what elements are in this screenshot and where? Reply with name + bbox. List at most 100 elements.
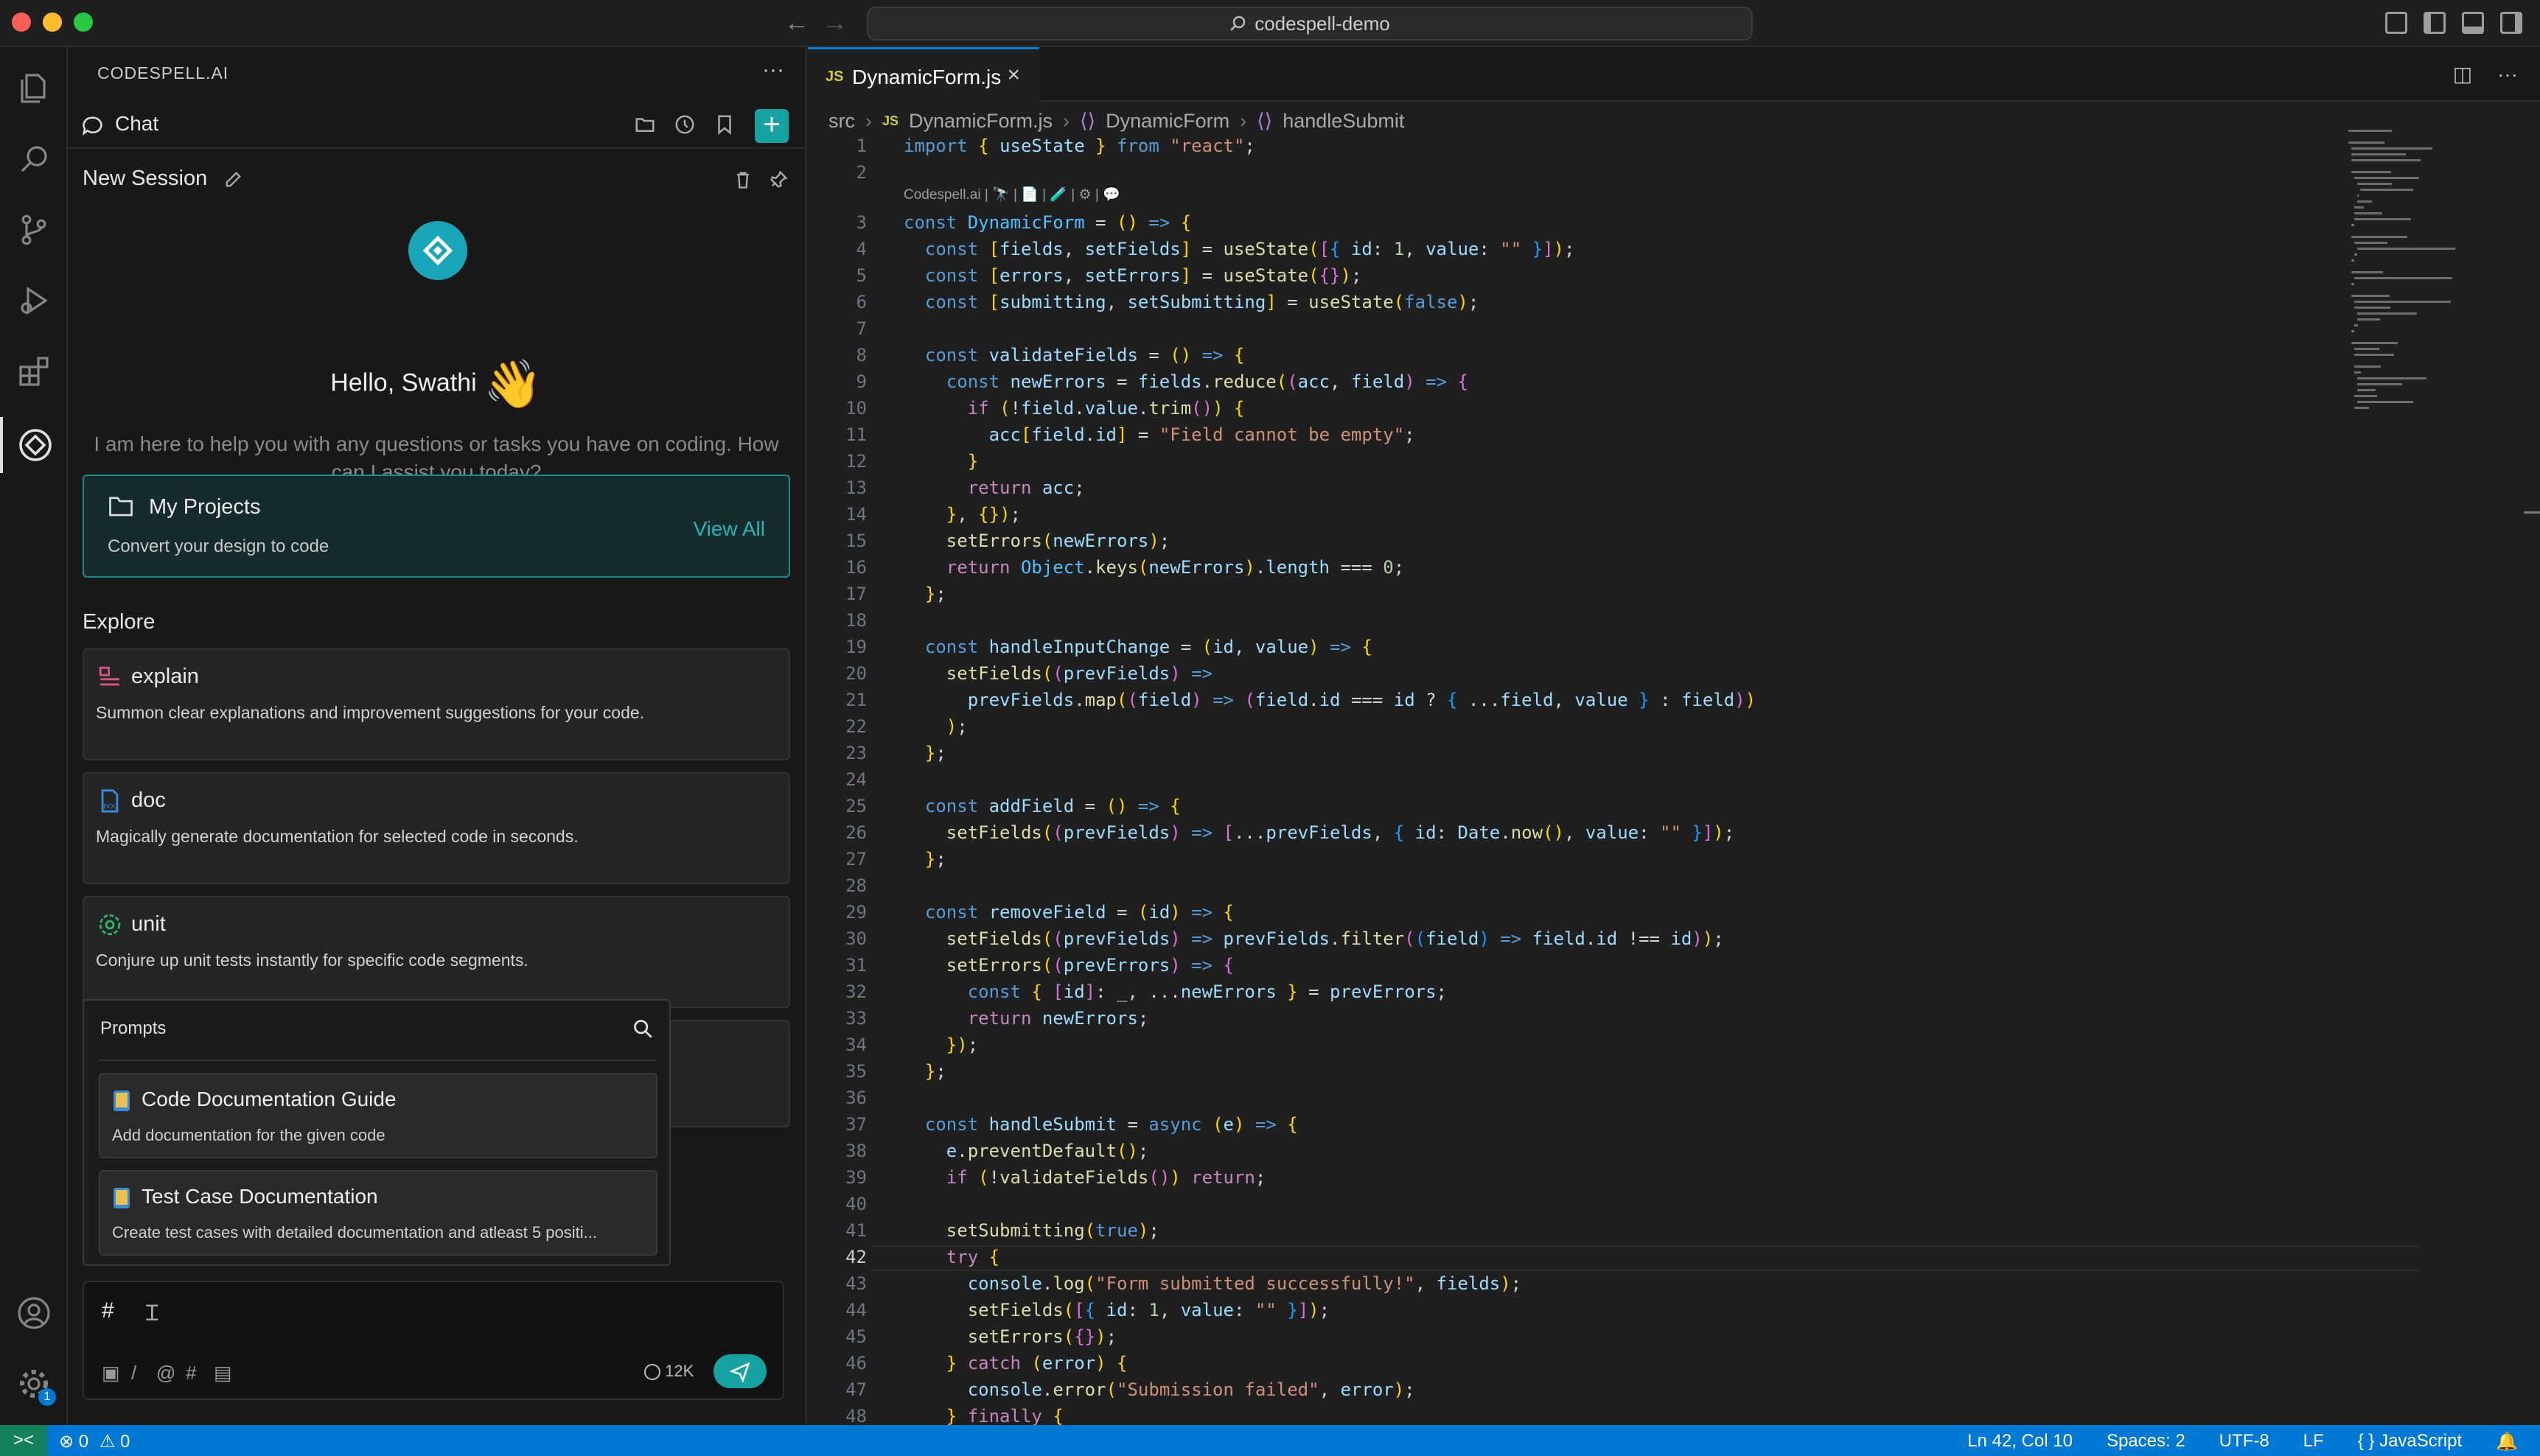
chat-input[interactable]: # xyxy=(102,1298,114,1323)
view-all-link[interactable]: View All xyxy=(693,517,765,541)
code-line[interactable]: }; xyxy=(904,849,946,869)
code-line[interactable]: }); xyxy=(904,1035,978,1055)
mention-icon[interactable]: @ xyxy=(156,1362,175,1385)
code-line[interactable]: const DynamicForm = () => { xyxy=(904,212,1191,233)
file-attach-icon[interactable]: ▤ xyxy=(214,1362,232,1385)
search-icon[interactable] xyxy=(632,1018,653,1039)
code-line[interactable]: return acc; xyxy=(904,477,1085,498)
end-of-line[interactable]: LF xyxy=(2303,1431,2324,1452)
codespell-codelens[interactable]: Codespell.ai | 🔭 | 📄 | 🧪 | ⚙ | 💬 xyxy=(904,186,1120,203)
breadcrumb-item[interactable]: handleSubmit xyxy=(1283,110,1404,133)
code-line[interactable]: setFields([{ id: 1, value: "" }]); xyxy=(904,1300,1330,1320)
breadcrumb-item[interactable]: src xyxy=(828,110,855,133)
code-line[interactable]: try { xyxy=(904,1247,999,1267)
code-line[interactable]: const [fields, setFields] = useState([{ … xyxy=(904,239,1575,259)
code-line[interactable]: ); xyxy=(904,716,968,737)
code-line[interactable]: console.error("Submission failed", error… xyxy=(904,1379,1415,1400)
folder-icon[interactable] xyxy=(632,112,657,137)
back-arrow-icon[interactable]: ← xyxy=(784,9,809,38)
maximize-window-button[interactable] xyxy=(74,13,93,32)
cursor-position[interactable]: Ln 42, Col 10 xyxy=(1967,1431,2073,1452)
code-line[interactable]: import { useState } from "react"; xyxy=(904,136,1255,156)
new-chat-button[interactable]: + xyxy=(755,109,789,143)
extensions-icon[interactable] xyxy=(13,351,55,392)
account-icon[interactable] xyxy=(13,1292,55,1334)
code-line[interactable]: console.log("Form submitted successfully… xyxy=(904,1273,1521,1294)
code-line[interactable]: }; xyxy=(904,1061,946,1082)
forward-arrow-icon[interactable]: → xyxy=(823,9,848,38)
more-actions-icon[interactable]: ··· xyxy=(2497,63,2518,85)
pin-icon[interactable] xyxy=(768,169,789,190)
history-icon[interactable] xyxy=(672,112,697,137)
more-actions-icon[interactable]: ··· xyxy=(762,57,784,83)
code-line[interactable]: setErrors((prevErrors) => { xyxy=(904,955,1234,976)
remote-indicator-icon[interactable]: >< xyxy=(0,1425,47,1456)
toggle-secondary-sidebar-icon[interactable] xyxy=(2500,12,2522,34)
minimap[interactable] xyxy=(2348,130,2474,447)
doc-card[interactable]: DOC doc Magically generate documentation… xyxy=(83,772,790,884)
code-line[interactable]: }, {}); xyxy=(904,504,1021,525)
minimize-window-button[interactable] xyxy=(43,13,62,32)
code-line[interactable]: const [submitting, setSubmitting] = useS… xyxy=(904,292,1479,312)
code-line[interactable]: }; xyxy=(904,743,946,763)
scrollbar-marker[interactable] xyxy=(2524,511,2540,514)
language-mode[interactable]: { } JavaScript xyxy=(2358,1431,2462,1452)
code-line[interactable]: e.preventDefault(); xyxy=(904,1141,1149,1161)
code-line[interactable]: const handleInputChange = (id, value) =>… xyxy=(904,637,1372,657)
toggle-primary-sidebar-icon[interactable] xyxy=(2424,12,2446,34)
code-line[interactable]: } xyxy=(904,451,978,472)
code-line[interactable]: const validateFields = () => { xyxy=(904,345,1245,365)
code-editor[interactable]: 1 import { useState } from "react"; 2 Codes… xyxy=(808,136,2419,1427)
code-line[interactable]: const { [id]: _, ...newErrors } = prevEr… xyxy=(904,981,1447,1002)
code-line[interactable]: return newErrors; xyxy=(904,1008,1149,1029)
code-line[interactable]: const removeField = (id) => { xyxy=(904,902,1234,923)
delete-icon[interactable] xyxy=(733,169,753,190)
split-editor-icon[interactable]: ◫ xyxy=(2453,63,2472,85)
explorer-icon[interactable] xyxy=(13,68,55,109)
code-line[interactable]: setSubmitting(true); xyxy=(904,1220,1159,1241)
code-line[interactable]: setErrors({}); xyxy=(904,1326,1117,1347)
prompt-item[interactable]: Test Case Documentation Create test case… xyxy=(99,1170,657,1256)
breadcrumb-item[interactable]: DynamicForm xyxy=(1106,110,1229,133)
toggle-panel-icon[interactable] xyxy=(2462,12,2484,34)
codespell-icon[interactable] xyxy=(0,417,68,473)
code-line[interactable]: if (!validateFields()) return; xyxy=(904,1167,1266,1188)
code-line[interactable]: setFields((prevFields) => [...prevFields… xyxy=(904,822,1734,843)
unit-card[interactable]: unit Conjure up unit tests instantly for… xyxy=(83,896,790,1008)
code-line[interactable]: } catch (error) { xyxy=(904,1353,1128,1373)
code-line[interactable]: prevFields.map((field) => (field.id === … xyxy=(904,690,1756,710)
image-attach-icon[interactable]: ▣ xyxy=(102,1362,120,1385)
source-control-icon[interactable] xyxy=(13,209,55,251)
breadcrumb-item[interactable]: DynamicForm.js xyxy=(909,110,1053,133)
code-line[interactable]: return Object.keys(newErrors).length ===… xyxy=(904,557,1404,578)
edit-icon[interactable] xyxy=(223,169,244,189)
notifications-bell-icon[interactable]: 🔔 xyxy=(2496,1431,2518,1452)
code-line[interactable]: }; xyxy=(904,584,946,604)
indentation[interactable]: Spaces: 2 xyxy=(2107,1431,2185,1452)
code-line[interactable]: setFields((prevFields) => prevFields.fil… xyxy=(904,928,1724,949)
code-line[interactable]: setErrors(newErrors); xyxy=(904,531,1170,551)
tab-dynamicform[interactable]: JS DynamicForm.js × xyxy=(808,47,1039,102)
code-line[interactable]: const handleSubmit = async (e) => { xyxy=(904,1114,1298,1135)
code-line[interactable]: const [errors, setErrors] = useState({})… xyxy=(904,265,1361,286)
code-line[interactable]: const addField = () => { xyxy=(904,796,1181,816)
code-line[interactable]: if (!field.value.trim()) { xyxy=(904,398,1245,419)
problems-indicator[interactable]: ⊗ 0 ⚠ 0 xyxy=(59,1431,130,1452)
my-projects-card[interactable]: My Projects Convert your design to code … xyxy=(83,475,790,578)
command-center-search[interactable]: codespell-demo xyxy=(867,7,1753,41)
close-window-button[interactable] xyxy=(12,13,31,32)
settings-gear-icon[interactable]: 1 xyxy=(13,1363,56,1406)
slash-command-icon[interactable]: / xyxy=(131,1362,136,1385)
code-line[interactable]: setFields((prevFields) => xyxy=(904,663,1213,684)
search-icon[interactable] xyxy=(13,139,55,180)
bookmark-icon[interactable] xyxy=(712,112,737,137)
hash-icon[interactable]: # xyxy=(186,1362,196,1385)
send-button[interactable] xyxy=(713,1354,767,1388)
customize-layout-icon[interactable] xyxy=(2385,12,2407,34)
chat-input-box[interactable]: # Ɪ ▣ / @ # ▤ 12K xyxy=(83,1281,784,1400)
code-line[interactable]: acc[field.id] = "Field cannot be empty"; xyxy=(904,424,1415,445)
encoding[interactable]: UTF-8 xyxy=(2219,1431,2269,1452)
code-line[interactable]: const newErrors = fields.reduce((acc, fi… xyxy=(904,371,1468,392)
prompt-item[interactable]: Code Documentation Guide Add documentati… xyxy=(99,1073,657,1158)
explain-card[interactable]: explain Summon clear explanations and im… xyxy=(83,648,790,760)
